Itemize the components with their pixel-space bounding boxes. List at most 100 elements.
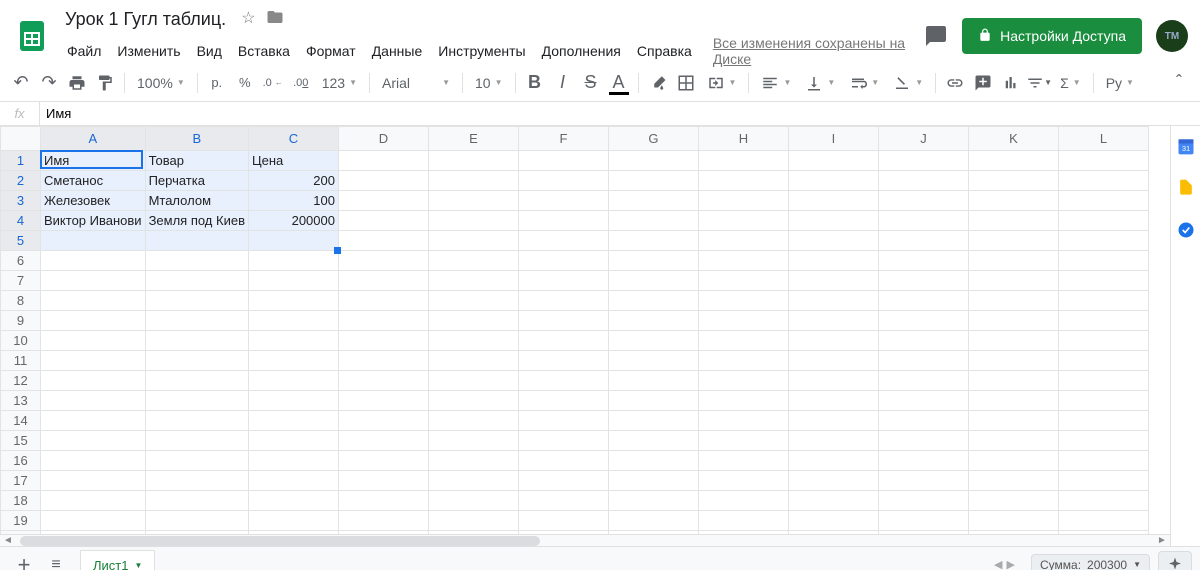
cell-L6[interactable]: [1058, 251, 1148, 271]
select-all-corner[interactable]: [1, 127, 41, 151]
cell-J16[interactable]: [878, 451, 968, 471]
cell-J14[interactable]: [878, 411, 968, 431]
cell-D4[interactable]: [338, 211, 428, 231]
cell-K6[interactable]: [968, 251, 1058, 271]
cell-H14[interactable]: [698, 411, 788, 431]
cell-K7[interactable]: [968, 271, 1058, 291]
cell-C7[interactable]: [248, 271, 338, 291]
column-header-K[interactable]: K: [968, 127, 1058, 151]
insert-comment-button[interactable]: [970, 70, 996, 96]
cell-E7[interactable]: [428, 271, 518, 291]
add-sheet-button[interactable]: +: [8, 550, 40, 570]
cell-C1[interactable]: Цена: [248, 151, 338, 171]
cell-K9[interactable]: [968, 311, 1058, 331]
cell-E19[interactable]: [428, 511, 518, 531]
cell-C13[interactable]: [248, 391, 338, 411]
cell-J3[interactable]: [878, 191, 968, 211]
row-header-19[interactable]: 19: [1, 511, 41, 531]
cell-F2[interactable]: [518, 171, 608, 191]
cell-F14[interactable]: [518, 411, 608, 431]
cell-E11[interactable]: [428, 351, 518, 371]
cell-J11[interactable]: [878, 351, 968, 371]
cell-B13[interactable]: [145, 391, 248, 411]
cell-B1[interactable]: Товар: [145, 151, 248, 171]
cell-L13[interactable]: [1058, 391, 1148, 411]
cell-F7[interactable]: [518, 271, 608, 291]
cell-B18[interactable]: [145, 491, 248, 511]
cell-B6[interactable]: [145, 251, 248, 271]
cell-K11[interactable]: [968, 351, 1058, 371]
cell-I19[interactable]: [788, 511, 878, 531]
cell-G15[interactable]: [608, 431, 698, 451]
row-header-2[interactable]: 2: [1, 171, 41, 191]
cell-C12[interactable]: [248, 371, 338, 391]
selection-drag-handle[interactable]: [334, 247, 341, 254]
cell-C2[interactable]: 200: [248, 171, 338, 191]
cell-F6[interactable]: [518, 251, 608, 271]
cell-A7[interactable]: [41, 271, 146, 291]
row-header-4[interactable]: 4: [1, 211, 41, 231]
cell-G3[interactable]: [608, 191, 698, 211]
row-header-6[interactable]: 6: [1, 251, 41, 271]
cell-F18[interactable]: [518, 491, 608, 511]
share-button[interactable]: Настройки Доступа: [962, 18, 1142, 54]
strike-button[interactable]: S: [578, 70, 604, 96]
cell-A11[interactable]: [41, 351, 146, 371]
cell-G9[interactable]: [608, 311, 698, 331]
cell-I8[interactable]: [788, 291, 878, 311]
menu-help[interactable]: Справка: [630, 39, 699, 63]
row-header-7[interactable]: 7: [1, 271, 41, 291]
explore-button[interactable]: [1158, 551, 1192, 570]
cell-B19[interactable]: [145, 511, 248, 531]
functions-dropdown[interactable]: Σ▼: [1054, 70, 1087, 96]
cell-G12[interactable]: [608, 371, 698, 391]
cell-I7[interactable]: [788, 271, 878, 291]
sheet-tab-menu-icon[interactable]: ▼: [134, 561, 142, 570]
cell-H2[interactable]: [698, 171, 788, 191]
cell-A1[interactable]: Имя: [41, 151, 146, 171]
cell-D1[interactable]: [338, 151, 428, 171]
cell-J8[interactable]: [878, 291, 968, 311]
cell-K1[interactable]: [968, 151, 1058, 171]
cell-D6[interactable]: [338, 251, 428, 271]
cell-C16[interactable]: [248, 451, 338, 471]
cell-C15[interactable]: [248, 431, 338, 451]
cell-H4[interactable]: [698, 211, 788, 231]
cell-K18[interactable]: [968, 491, 1058, 511]
cell-F8[interactable]: [518, 291, 608, 311]
cell-H1[interactable]: [698, 151, 788, 171]
formula-input[interactable]: [40, 102, 1200, 125]
doc-title[interactable]: Урок 1 Гугл таблиц.: [60, 6, 231, 33]
cell-A15[interactable]: [41, 431, 146, 451]
cell-A4[interactable]: Виктор Иванови: [41, 211, 146, 231]
cell-C19[interactable]: [248, 511, 338, 531]
cell-C10[interactable]: [248, 331, 338, 351]
menu-file[interactable]: Файл: [60, 39, 108, 63]
cell-B14[interactable]: [145, 411, 248, 431]
cell-J18[interactable]: [878, 491, 968, 511]
cell-A2[interactable]: Сметанос: [41, 171, 146, 191]
column-header-I[interactable]: I: [788, 127, 878, 151]
cell-C11[interactable]: [248, 351, 338, 371]
increase-decimal-button[interactable]: .00: [288, 70, 314, 96]
cell-K16[interactable]: [968, 451, 1058, 471]
cell-B4[interactable]: Земля под Киев: [145, 211, 248, 231]
cell-E10[interactable]: [428, 331, 518, 351]
cell-K4[interactable]: [968, 211, 1058, 231]
cell-E15[interactable]: [428, 431, 518, 451]
cell-F19[interactable]: [518, 511, 608, 531]
text-color-button[interactable]: A: [606, 70, 632, 96]
cell-L12[interactable]: [1058, 371, 1148, 391]
cell-H15[interactable]: [698, 431, 788, 451]
cell-F1[interactable]: [518, 151, 608, 171]
cell-H11[interactable]: [698, 351, 788, 371]
cell-J4[interactable]: [878, 211, 968, 231]
cell-I5[interactable]: [788, 231, 878, 251]
menu-tools[interactable]: Инструменты: [431, 39, 532, 63]
cell-I16[interactable]: [788, 451, 878, 471]
row-header-14[interactable]: 14: [1, 411, 41, 431]
cell-K12[interactable]: [968, 371, 1058, 391]
cell-B15[interactable]: [145, 431, 248, 451]
cell-B11[interactable]: [145, 351, 248, 371]
filter-button[interactable]: ▼: [1026, 70, 1052, 96]
